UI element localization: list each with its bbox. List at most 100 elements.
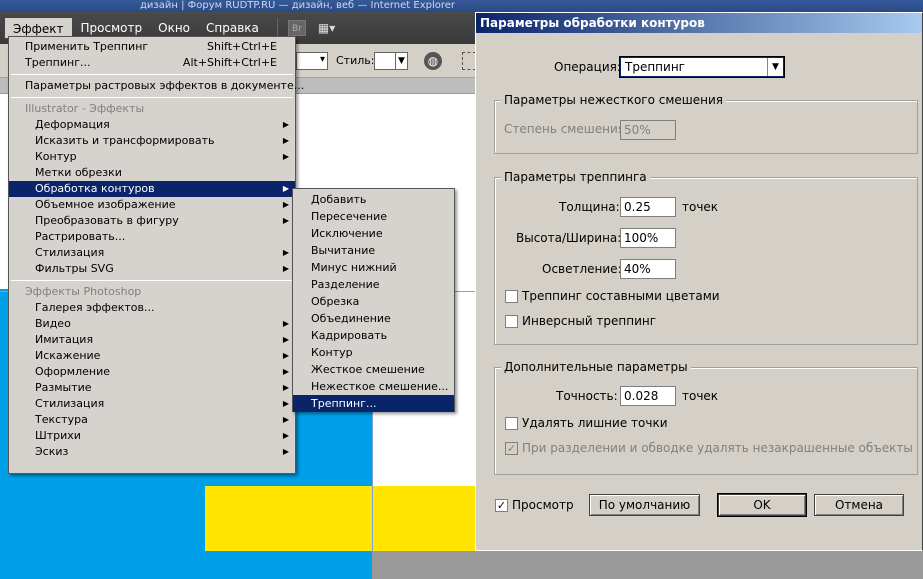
menu-item[interactable]: Объединение [293,310,454,327]
menu-item-label: Вычитание [311,244,376,257]
menu-item-label: Нежесткое смешение... [311,380,449,393]
default-button[interactable]: По умолчанию [589,494,700,516]
menu-item[interactable]: Пересечение [293,208,454,225]
menu-item-label: Пересечение [311,210,387,223]
yellow-shape [205,486,478,551]
menu-item-label: Эскиз [35,445,69,458]
group-title: Дополнительные параметры [501,360,691,374]
menu-item-label: Контур [35,150,77,163]
menu-item-raster-settings[interactable]: Параметры растровых эффектов в документе… [9,78,304,94]
precision-input[interactable]: 0.028 [620,386,676,406]
menu-item[interactable]: Минус нижний [293,259,454,276]
submenu-arrow-icon: ▶ [282,319,289,328]
submenu-arrow-icon: ▶ [282,447,289,456]
style-swatch[interactable]: ▼ [374,52,408,70]
stroke-select[interactable] [296,52,328,70]
menu-item[interactable]: Метки обрезки [9,165,295,181]
preview-checkbox[interactable]: ✓ [495,499,508,512]
menu-item[interactable]: Галерея эффектов... [9,300,295,316]
style-label: Стиль: [336,54,375,67]
browser-title-strip: дизайн | Форум RUDTP.RU — дизайн, веб — … [0,0,923,12]
menu-divider [11,74,293,75]
menu-item[interactable]: Исключение [293,225,454,242]
preview-label[interactable]: Просмотр [512,498,574,512]
menu-item-label: Размытие [35,381,92,394]
process-colors-label[interactable]: Треппинг составными цветами [522,289,720,303]
operation-select[interactable]: Треппинг ▼ [619,56,785,78]
chevron-down-icon: ▼ [395,53,407,69]
tint-label: Осветление: [542,262,622,276]
operation-label: Операция: [554,60,621,74]
submenu-arrow-icon: ▶ [282,383,289,392]
menu-item[interactable]: Штрихи ▶ [9,428,295,444]
menu-item[interactable]: Фильтры SVG ▶ [9,261,295,277]
menu-item-label: Преобразовать в фигуру [35,214,179,227]
menu-item[interactable]: Размытие ▶ [9,380,295,396]
menu-item[interactable]: Текстура ▶ [9,412,295,428]
submenu-arrow-icon: ▶ [282,415,289,424]
tint-input[interactable]: 40% [620,259,676,279]
menu-item-label: Контур [311,346,353,359]
menu-item[interactable]: Треппинг... [293,395,454,412]
menu-item-label: Текстура [35,413,88,426]
submenu-arrow-icon: ▶ [282,367,289,376]
submenu-arrow-icon: ▶ [282,152,289,161]
menu-item[interactable]: Имитация ▶ [9,332,295,348]
bridge-button[interactable]: Br [287,20,306,36]
chevron-down-icon: ▼ [767,58,783,76]
menu-item[interactable]: Растрировать... [9,229,295,245]
menu-item-label: Исключение [311,227,383,240]
ok-button[interactable]: OK [717,493,807,517]
menu-item[interactable]: Искажение ▶ [9,348,295,364]
menu-item[interactable]: Контур [293,344,454,361]
menu-item-label: Стилизация [35,397,105,410]
thickness-input[interactable]: 0.25 [620,197,676,217]
menubar-divider [276,18,278,38]
layout-grid-icon[interactable]: ▦▾ [318,19,344,37]
remove-points-label[interactable]: Удалять лишние точки [522,416,668,430]
inverse-trap-label[interactable]: Инверсный треппинг [522,314,656,328]
menu-item[interactable]: Вычитание [293,242,454,259]
menu-item[interactable]: Объемное изображение ▶ [9,197,295,213]
menu-item[interactable]: Стилизация ▶ [9,396,295,412]
menu-item-label: Растрировать... [35,230,126,243]
height-width-label: Высота/Ширина: [516,231,622,245]
menu-item[interactable]: Обрезка [293,293,454,310]
menu-item-label: Оформление [35,365,110,378]
menu-item[interactable]: Нежесткое смешение... [293,378,454,395]
submenu-arrow-icon: ▶ [282,200,289,209]
menu-item[interactable]: Деформация ▶ [9,117,295,133]
menu-item[interactable]: Контур ▶ [9,149,295,165]
submenu-arrow-icon: ▶ [282,120,289,129]
menu-item[interactable]: Видео ▶ [9,316,295,332]
menu-item-apply-trapping[interactable]: Применить Треппинг Shift+Ctrl+E [9,39,295,55]
menu-item[interactable]: Обработка контуров ▶ [9,181,295,197]
menu-item-label: Жесткое смешение [311,363,425,376]
menu-item[interactable]: Оформление ▶ [9,364,295,380]
menu-item[interactable]: Эскиз ▶ [9,444,295,460]
menu-item-label: Исказить и трансформировать [35,134,215,147]
recolor-globe-icon[interactable]: ◍ [424,52,442,70]
inverse-trap-checkbox[interactable] [505,315,518,328]
shortcut-label: Shift+Ctrl+E [207,40,277,53]
menu-item[interactable]: Стилизация ▶ [9,245,295,261]
process-colors-checkbox[interactable] [505,290,518,303]
menu-item[interactable]: Преобразовать в фигуру ▶ [9,213,295,229]
menu-item[interactable]: Жесткое смешение [293,361,454,378]
menu-item[interactable]: Исказить и трансформировать ▶ [9,133,295,149]
menu-item-label: Метки обрезки [35,166,122,179]
menu-item-label: Разделение [311,278,380,291]
selection-tool-icon[interactable] [462,52,476,70]
cancel-button[interactable]: Отмена [814,494,904,516]
height-width-input[interactable]: 100% [620,228,676,248]
group-title: Параметры треппинга [501,170,650,184]
menu-item[interactable]: Добавить [293,191,454,208]
submenu-arrow-icon: ▶ [282,264,289,273]
menu-item[interactable]: Кадрировать [293,327,454,344]
menu-item[interactable]: Разделение [293,276,454,293]
menu-item-trapping[interactable]: Треппинг... Alt+Shift+Ctrl+E [9,55,295,71]
precision-label: Точность: [556,389,618,403]
remove-points-checkbox[interactable] [505,417,518,430]
menu-item-label: Деформация [35,118,110,131]
menu-header-photoshop: Эффекты Photoshop [25,285,142,298]
